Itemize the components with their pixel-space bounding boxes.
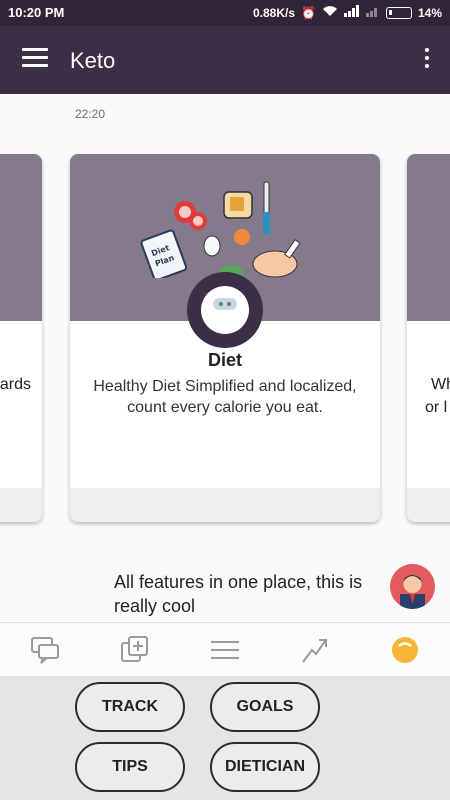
carousel-card-diet[interactable]: Diet Plan Diet Healthy Diet Simplified a… bbox=[70, 154, 380, 522]
card-footer bbox=[70, 488, 380, 522]
status-icons: 0.88K/s ⏰ 14% bbox=[253, 5, 442, 20]
network-speed: 0.88K/s bbox=[252, 5, 296, 20]
alarm-icon: ⏰ bbox=[301, 5, 316, 20]
list-nav[interactable] bbox=[180, 623, 270, 676]
track-button[interactable]: TRACK bbox=[75, 682, 185, 732]
chat-nav[interactable] bbox=[0, 623, 90, 676]
goals-button[interactable]: GOALS bbox=[210, 682, 320, 732]
bot-icon bbox=[392, 636, 418, 663]
carousel-card-previous[interactable]: ards bbox=[0, 154, 42, 522]
card-description: Healthy Diet Simplified and localized, c… bbox=[93, 378, 357, 416]
battery-percent: 14% bbox=[417, 5, 442, 20]
card-footer bbox=[407, 488, 450, 522]
signal-off-icon bbox=[365, 5, 380, 20]
chat-feed[interactable]: 22:20 ards Diet Plan Diet Healthy Diet S… bbox=[0, 94, 450, 622]
list-icon bbox=[211, 640, 239, 659]
message-timestamp: 22:20 bbox=[75, 107, 106, 121]
battery-icon bbox=[385, 6, 412, 19]
app-title: Keto bbox=[70, 48, 116, 73]
app-bar: Keto bbox=[0, 26, 450, 94]
add-nav[interactable] bbox=[90, 623, 180, 676]
card-footer bbox=[0, 488, 42, 522]
bot-nav[interactable] bbox=[360, 623, 450, 676]
bot-avatar bbox=[187, 272, 263, 348]
user-avatar bbox=[390, 564, 435, 609]
dietician-button[interactable]: DIETICIAN bbox=[210, 742, 320, 792]
more-options-icon[interactable] bbox=[422, 48, 432, 72]
card-header bbox=[407, 154, 450, 321]
progress-nav[interactable] bbox=[270, 623, 360, 676]
chat-icon bbox=[31, 636, 59, 664]
tips-button[interactable]: TIPS bbox=[75, 742, 185, 792]
signal-icon bbox=[343, 5, 360, 20]
card-partial-text-line2: or l bbox=[425, 399, 448, 416]
trend-icon bbox=[302, 638, 327, 663]
add-icon bbox=[121, 635, 148, 662]
hamburger-menu-icon[interactable] bbox=[22, 48, 48, 70]
quick-reply-panel: TRACK GOALS TIPS DIETICIAN bbox=[0, 676, 450, 800]
card-header bbox=[0, 154, 42, 321]
status-bar: 10:20 PM 0.88K/s ⏰ 14% bbox=[0, 0, 450, 26]
wifi-icon bbox=[322, 5, 338, 20]
card-partial-text: ards bbox=[0, 376, 31, 393]
bottom-navigation bbox=[0, 622, 450, 676]
status-time: 10:20 PM bbox=[8, 5, 65, 20]
card-title: Diet bbox=[207, 350, 242, 370]
carousel-card-next[interactable]: Wh or l bbox=[407, 154, 450, 522]
card-partial-text-line1: Wh bbox=[431, 376, 450, 393]
user-message: All features in one place, this is reall… bbox=[114, 572, 363, 616]
diet-food-illustration: Diet Plan bbox=[140, 181, 301, 278]
